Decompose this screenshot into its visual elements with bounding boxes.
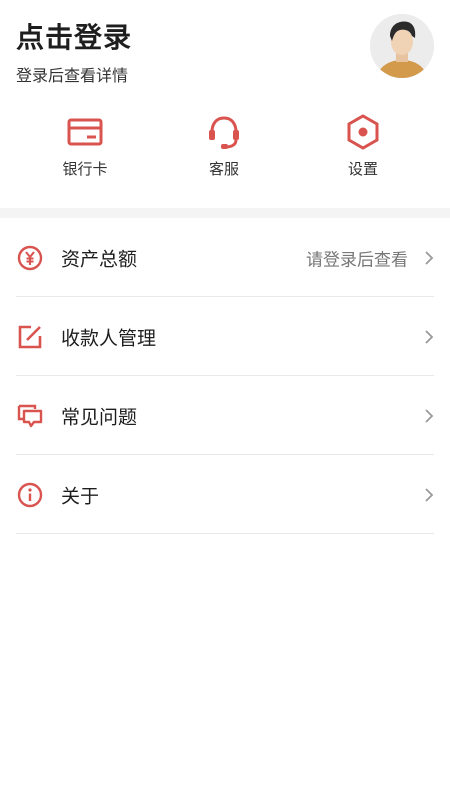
login-title[interactable]: 点击登录 xyxy=(16,16,132,56)
edit-square-icon xyxy=(17,324,43,350)
quick-action-settings[interactable]: 设置 xyxy=(313,108,413,184)
quick-action-label: 设置 xyxy=(347,160,378,178)
chevron-right-icon xyxy=(424,250,434,266)
quick-action-customer-service[interactable]: 客服 xyxy=(174,108,274,184)
quick-action-label: 银行卡 xyxy=(62,160,108,178)
chevron-right-icon xyxy=(424,487,434,503)
menu-item-payee-management[interactable]: 收款人管理 xyxy=(0,297,450,376)
chat-bubbles-icon xyxy=(17,403,43,429)
menu-item-label: 资产总额 xyxy=(61,248,138,270)
header: 点击登录 登录后查看详情 xyxy=(0,0,450,90)
menu-item-about[interactable]: 关于 xyxy=(0,455,450,534)
menu-item-label: 收款人管理 xyxy=(61,327,157,349)
avatar[interactable] xyxy=(370,14,434,78)
login-subtitle: 登录后查看详情 xyxy=(16,66,129,85)
section-divider xyxy=(0,208,450,218)
menu-item-total-assets[interactable]: 资产总额 请登录后查看 xyxy=(0,218,450,297)
menu-item-label: 关于 xyxy=(61,485,100,507)
chevron-right-icon xyxy=(424,408,434,424)
quick-actions: 银行卡 客服 设置 xyxy=(0,108,450,188)
info-circle-icon xyxy=(17,482,43,508)
menu-list: 资产总额 请登录后查看 收款人管理 常见问题 关于 xyxy=(0,218,450,534)
settings-hexagon-icon xyxy=(343,112,383,152)
yuan-circle-icon xyxy=(17,245,43,271)
chevron-right-icon xyxy=(424,329,434,345)
customer-service-headset-icon xyxy=(204,112,244,152)
quick-action-label: 客服 xyxy=(208,160,239,178)
row-divider xyxy=(16,533,434,534)
menu-item-faq[interactable]: 常见问题 xyxy=(0,376,450,455)
bank-card-icon xyxy=(65,112,105,152)
quick-action-bank-card[interactable]: 银行卡 xyxy=(35,108,135,184)
avatar-person-icon xyxy=(370,14,434,78)
menu-item-label: 常见问题 xyxy=(61,406,138,428)
menu-item-value: 请登录后查看 xyxy=(306,250,408,270)
